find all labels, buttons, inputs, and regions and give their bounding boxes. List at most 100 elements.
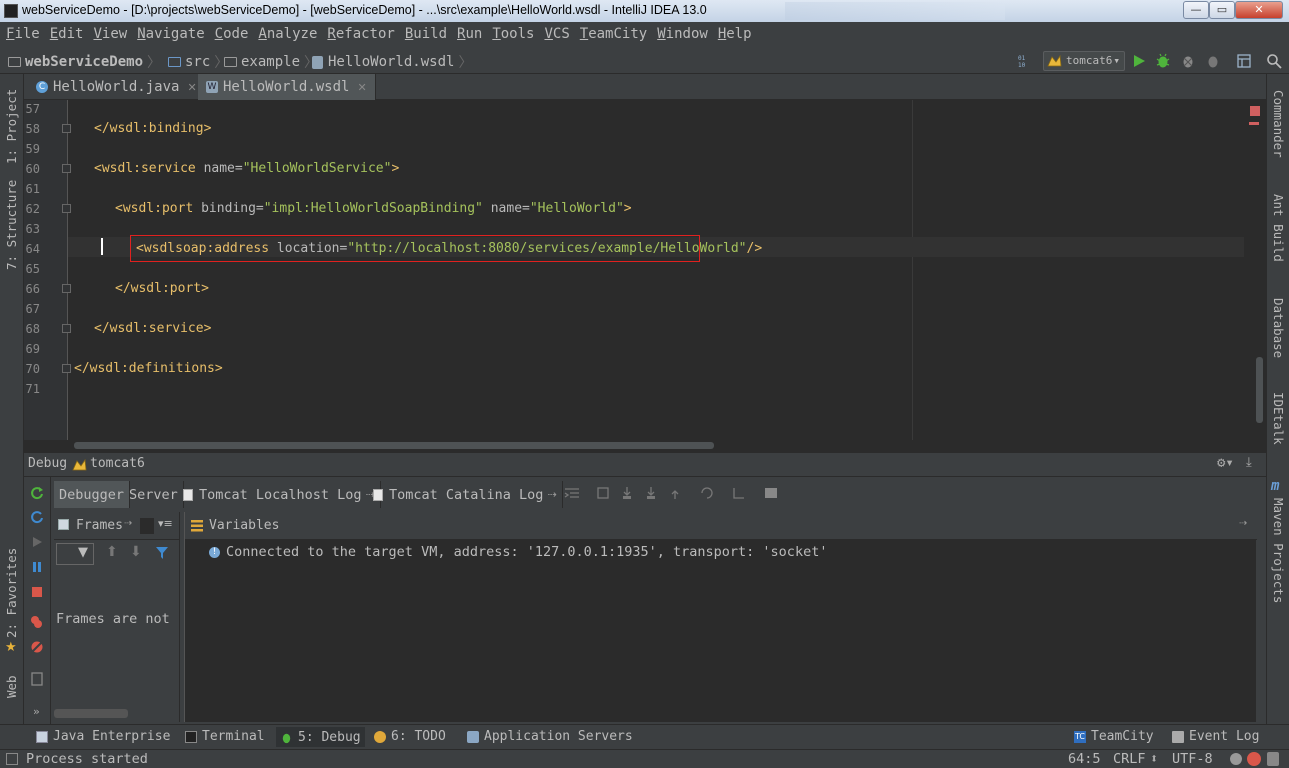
menu-file[interactable]: File <box>6 26 40 42</box>
stop-icon[interactable] <box>30 585 44 599</box>
error-stripe-icon[interactable] <box>1250 106 1260 116</box>
tab-tomcat-catalina-log[interactable]: Tomcat Catalina Log ⇢ <box>368 481 563 508</box>
vertical-scroll-thumb[interactable] <box>1256 357 1263 423</box>
menu-navigate[interactable]: Navigate <box>137 26 204 42</box>
tool-window-java-enterprise[interactable]: Java Enterprise <box>36 729 170 744</box>
pause-icon[interactable] <box>30 560 44 574</box>
tool-tab-project[interactable]: 1: Project <box>4 89 19 164</box>
gear-icon[interactable]: ⚙▾ <box>1217 455 1234 471</box>
pin-icon[interactable]: ⇢ <box>1239 518 1247 529</box>
tab-server[interactable]: Server <box>124 481 184 508</box>
code-editor[interactable]: 57 58 59 60 61 62 63 64 65 66 67 68 69 7… <box>24 100 1266 452</box>
fold-marker-icon[interactable] <box>62 204 71 213</box>
line-separator-chevron-icon[interactable]: ⬍ <box>1150 751 1158 767</box>
close-icon[interactable]: ✕ <box>357 81 366 94</box>
horizontal-scroll-thumb[interactable] <box>74 442 714 449</box>
tool-window-application-servers[interactable]: Application Servers <box>467 729 633 744</box>
pin-icon[interactable]: ⇢ <box>547 488 556 501</box>
resume-icon[interactable] <box>30 535 44 549</box>
step-into-icon[interactable] <box>620 486 634 500</box>
menu-code[interactable]: Code <box>215 26 249 42</box>
tool-tab-commander[interactable]: Commander <box>1271 90 1286 158</box>
close-button[interactable]: ✕ <box>1235 1 1283 19</box>
restore-layout-icon[interactable] <box>30 672 44 686</box>
binary-icon[interactable]: 0110 <box>1017 53 1033 69</box>
filter-icon[interactable] <box>155 546 169 560</box>
tool-window-teamcity[interactable]: TC TeamCity <box>1074 729 1154 744</box>
close-icon[interactable]: ✕ <box>187 81 196 94</box>
fold-marker-icon[interactable] <box>62 284 71 293</box>
tool-tab-web[interactable]: Web <box>4 675 19 698</box>
rerun-icon[interactable] <box>30 486 44 500</box>
breadcrumb-src[interactable]: src 〉 <box>168 52 228 72</box>
debug-icon[interactable] <box>1155 53 1171 69</box>
menu-tools[interactable]: Tools <box>492 26 534 42</box>
hide-panel-icon[interactable]: ⤓ <box>1246 455 1252 470</box>
fold-marker-icon[interactable] <box>62 324 71 333</box>
minimize-button[interactable]: — <box>1183 1 1209 19</box>
fold-marker-icon[interactable] <box>62 364 71 373</box>
profile-icon[interactable] <box>1205 53 1221 69</box>
menu-vcs[interactable]: VCS <box>544 26 569 42</box>
tab-debugger[interactable]: Debugger <box>54 481 131 508</box>
fold-marker-icon[interactable] <box>62 164 71 173</box>
menu-edit[interactable]: Edit <box>50 26 84 42</box>
menu-view[interactable]: View <box>93 26 127 42</box>
frames-menu-icon[interactable]: ▾≡ <box>158 517 173 530</box>
tool-window-terminal[interactable]: Terminal <box>185 729 265 744</box>
tool-tab-favorites[interactable]: 2: Favorites <box>4 548 19 638</box>
menu-run[interactable]: Run <box>457 26 482 42</box>
mute-breakpoints-icon[interactable] <box>30 640 44 654</box>
maximize-button[interactable]: ▭ <box>1209 1 1235 19</box>
tool-tab-maven-projects[interactable]: Maven Projects <box>1271 498 1286 603</box>
menu-teamcity[interactable]: TeamCity <box>580 26 647 42</box>
tool-window-debug[interactable]: 5: Debug <box>276 727 365 747</box>
coverage-icon[interactable] <box>1180 53 1196 69</box>
run-to-cursor-icon[interactable] <box>732 486 746 500</box>
tool-windows-toggle-icon[interactable] <box>6 753 18 765</box>
file-encoding[interactable]: UTF-8 <box>1172 751 1213 767</box>
breadcrumb-example[interactable]: example〉 <box>224 52 318 72</box>
menu-refactor[interactable]: Refactor <box>327 26 394 42</box>
error-stripe-marker[interactable] <box>1249 122 1259 125</box>
tool-window-todo[interactable]: 6: TODO <box>374 729 446 744</box>
inspector-icon[interactable] <box>1230 753 1242 765</box>
tool-tab-idetalk[interactable]: IDEtalk <box>1271 392 1286 445</box>
tab-helloworld-java[interactable]: C HelloWorld.java ✕ <box>28 74 206 100</box>
frame-up-icon[interactable]: ⬆ <box>106 544 118 560</box>
line-separator[interactable]: CRLF <box>1113 751 1146 767</box>
project-structure-icon[interactable] <box>1236 53 1252 69</box>
force-step-into-icon[interactable] <box>644 486 658 500</box>
more-icon[interactable]: » <box>33 705 40 718</box>
memory-indicator-icon[interactable] <box>1267 752 1279 766</box>
evaluate-expression-icon[interactable] <box>764 486 778 500</box>
frame-down-icon[interactable]: ⬇ <box>130 544 142 560</box>
thread-select[interactable]: ▼ <box>56 543 94 565</box>
tool-tab-ant-build[interactable]: Ant Build <box>1271 194 1286 262</box>
breadcrumb-file[interactable]: HelloWorld.wsdl 〉 <box>312 52 472 72</box>
tab-tomcat-localhost-log[interactable]: Tomcat Localhost Log ⇢ <box>178 481 381 508</box>
view-breakpoints-icon[interactable] <box>30 615 44 629</box>
step-out-icon[interactable] <box>668 486 682 500</box>
drop-frame-icon[interactable] <box>700 486 714 500</box>
breadcrumb-project[interactable]: webServiceDemo 〉 <box>8 52 161 72</box>
menu-window[interactable]: Window <box>657 26 708 42</box>
frames-scroll-thumb[interactable] <box>54 709 128 718</box>
pin-icon[interactable]: ⇢ <box>124 518 132 529</box>
menu-help[interactable]: Help <box>718 26 752 42</box>
tool-window-event-log[interactable]: Event Log <box>1172 729 1259 744</box>
search-icon[interactable] <box>1266 53 1282 69</box>
tool-tab-structure[interactable]: 7: Structure <box>4 180 19 270</box>
run-configuration-select[interactable]: tomcat6 ▾ <box>1043 51 1125 71</box>
run-icon[interactable] <box>1131 53 1147 69</box>
hector-icon[interactable] <box>1247 752 1261 766</box>
update-icon[interactable] <box>30 510 44 524</box>
show-execution-point-icon[interactable] <box>564 487 580 501</box>
cursor-position[interactable]: 64:5 <box>1068 751 1101 767</box>
tool-tab-database[interactable]: Database <box>1271 298 1286 358</box>
tab-helloworld-wsdl[interactable]: W HelloWorld.wsdl ✕ <box>198 74 376 100</box>
menu-build[interactable]: Build <box>405 26 447 42</box>
fold-marker-icon[interactable] <box>62 124 71 133</box>
step-over-icon[interactable] <box>596 486 610 500</box>
menu-analyze[interactable]: Analyze <box>258 26 317 42</box>
